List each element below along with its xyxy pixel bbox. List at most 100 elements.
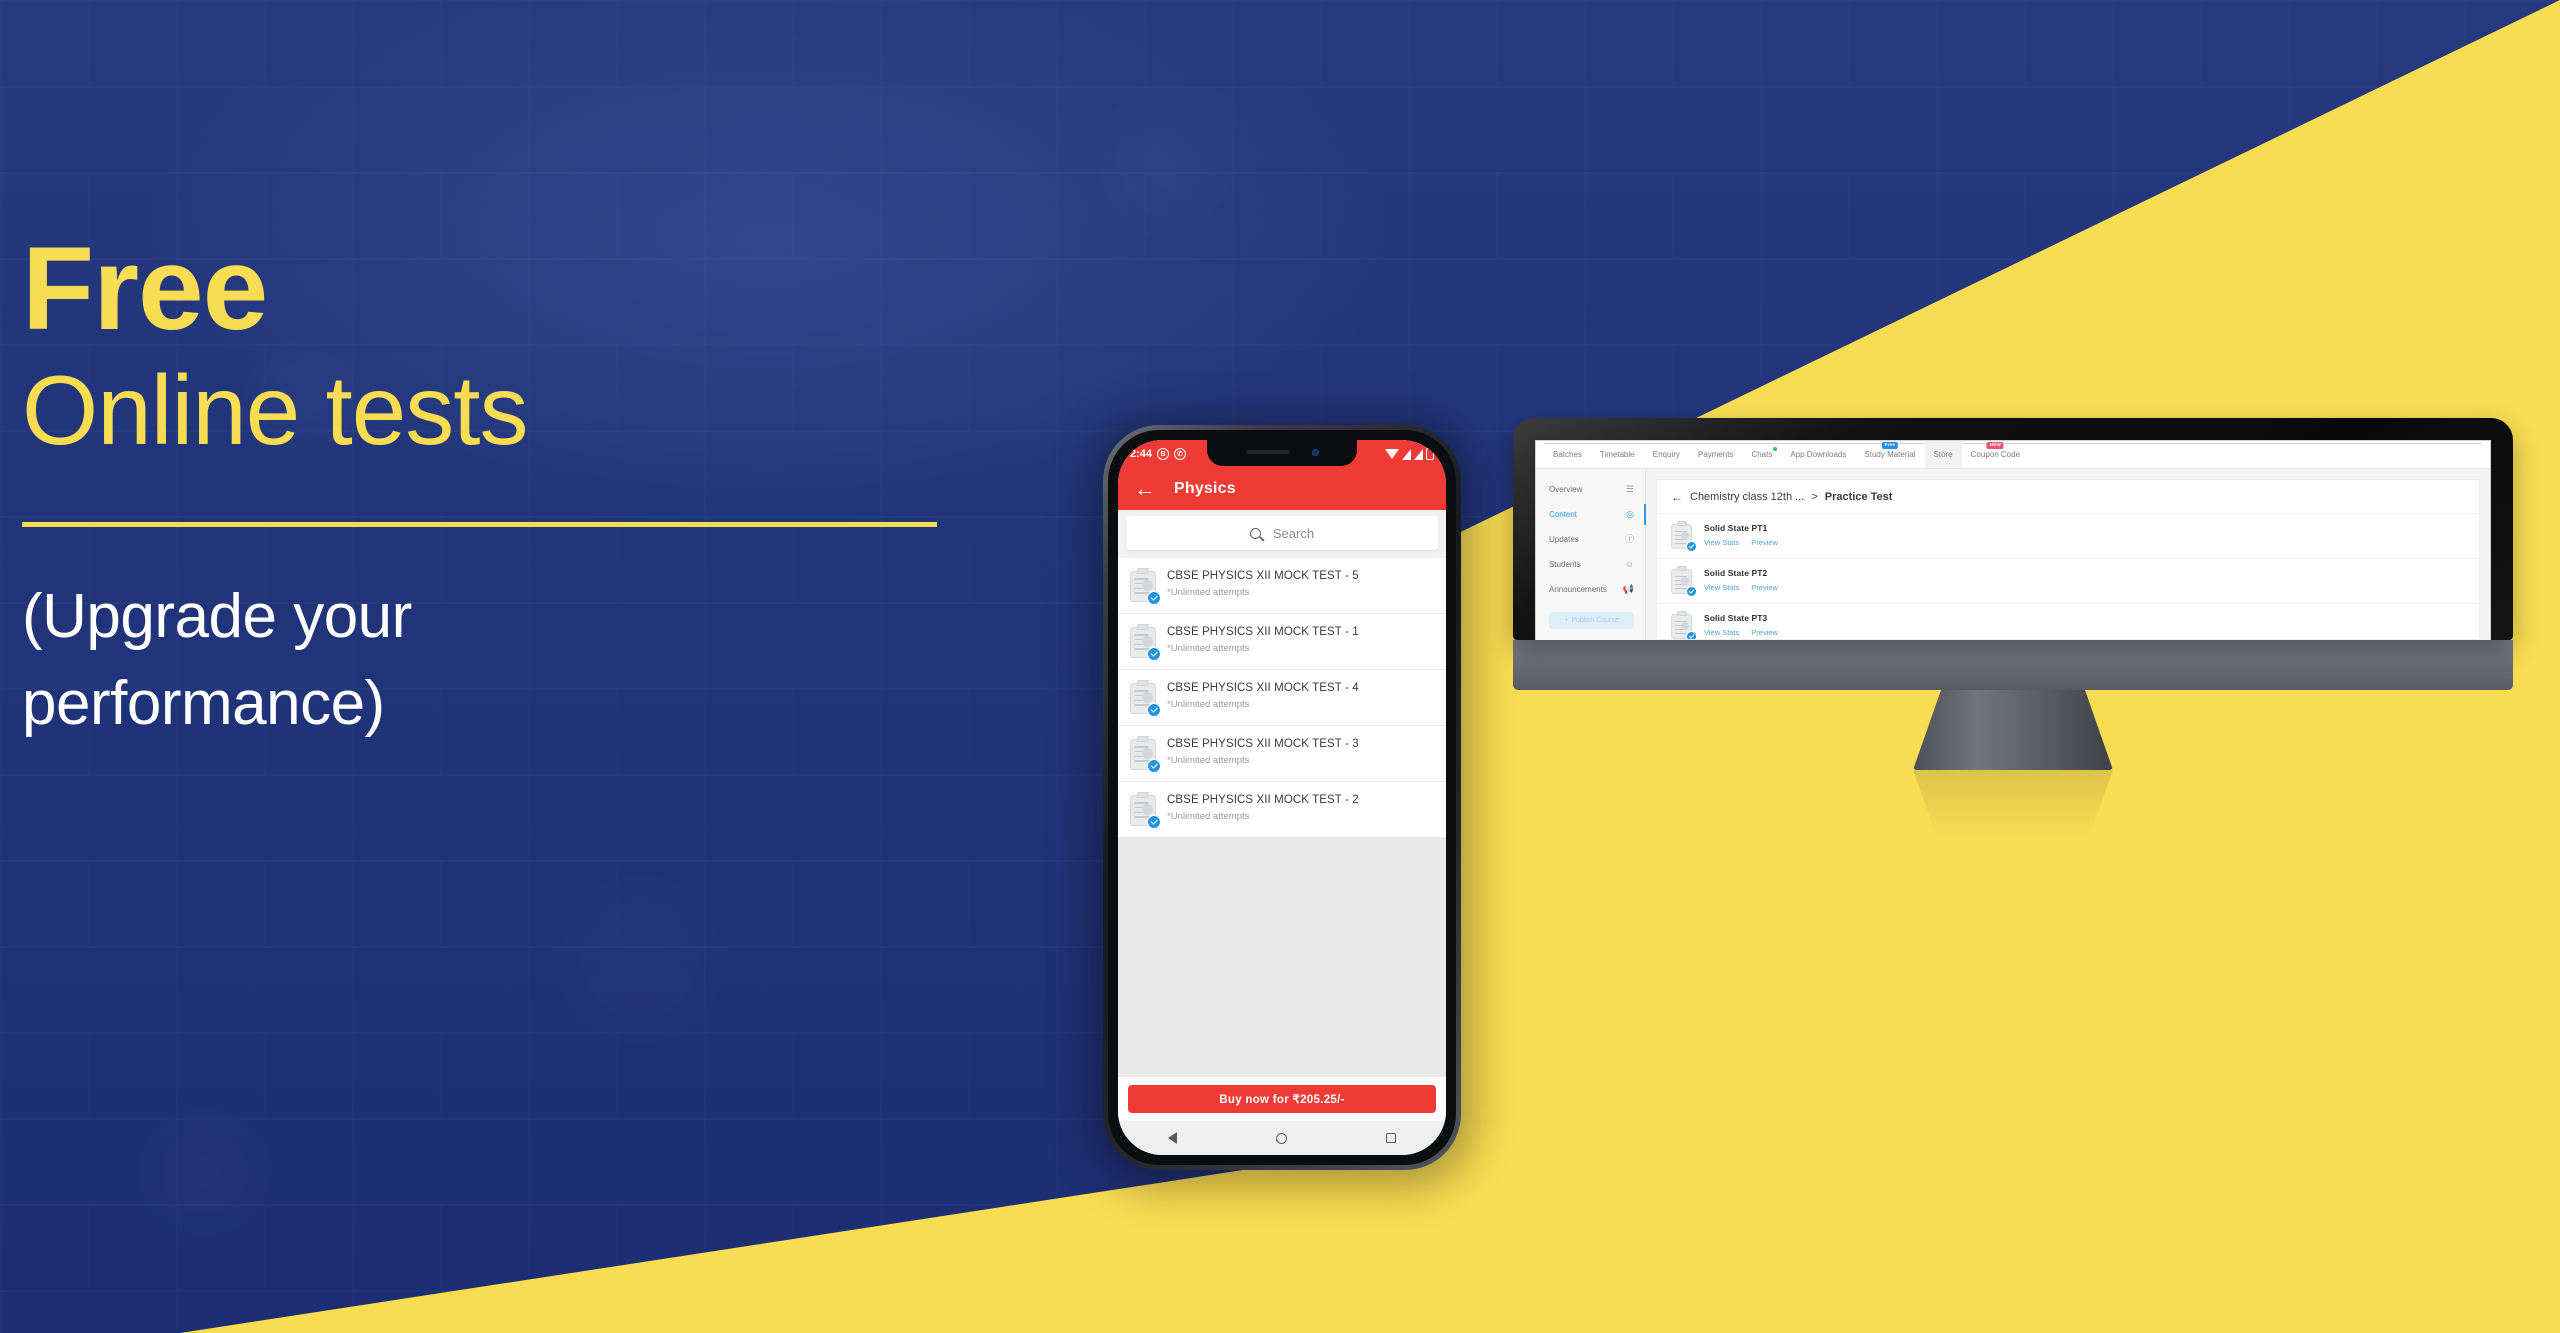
test-subtitle: *Unlimited attempts (1167, 642, 1250, 654)
status-bar-left: 2:44 B ✆ (1118, 448, 1187, 460)
buy-now-button[interactable]: Buy now for ₹205.25/- (1128, 1085, 1436, 1113)
test-clipboard-icon (1130, 792, 1161, 829)
dashboard-top-nav: Batches Timetable Enquiry Payments Chats (1536, 441, 2490, 469)
test-clipboard-icon (1671, 566, 1697, 597)
phone-app-bar: ← Physics (1118, 468, 1446, 510)
nav-back-icon[interactable] (1167, 1132, 1177, 1144)
list-item[interactable]: CBSE PHYSICS XII MOCK TEST - 4 *Unlimite… (1118, 670, 1446, 726)
sidebar-item-overview[interactable]: Overview ☰ (1536, 477, 1645, 502)
wifi-icon (1385, 449, 1399, 459)
sidebar-item-updates[interactable]: Updates ⓘ (1536, 527, 1645, 552)
nav-home-icon[interactable] (1275, 1132, 1287, 1144)
test-subtitle: *Unlimited attempts (1167, 754, 1250, 766)
preview-link[interactable]: Preview (1751, 583, 1778, 592)
content-title: Solid State PT3 (1704, 613, 1768, 623)
nav-label: Chats (1751, 450, 1773, 459)
nav-label: Batches (1553, 450, 1582, 459)
table-row[interactable]: Solid State PT2 View Stats Preview (1657, 559, 2479, 604)
content-title: Solid State PT2 (1704, 568, 1768, 578)
preview-link[interactable]: Preview (1751, 538, 1778, 547)
status-badge: NEW (1986, 442, 2004, 449)
breadcrumb: ← Chemistry class 12th ... > Practice Te… (1657, 490, 2479, 514)
view-stats-link[interactable]: View Stats (1704, 583, 1739, 592)
headline-secondary: Online tests (22, 355, 528, 465)
dashboard-sidebar: Overview ☰ Content ◎ Updates ⓘ Students … (1536, 469, 1646, 640)
phone-frame-inner: 2:44 B ✆ ← Physics Search CBSE PHYSICS X… (1108, 430, 1456, 1165)
nav-label: App Downloads (1790, 450, 1847, 459)
phone-cta-section: Buy now for ₹205.25/- (1118, 1077, 1446, 1121)
search-input[interactable]: Search (1126, 516, 1438, 550)
verified-check-icon (1147, 815, 1161, 829)
headline-divider (22, 521, 937, 527)
nav-item-coupon-code[interactable]: NEW Coupon Code (1962, 441, 2029, 468)
publish-course-button[interactable]: + Publish Course (1549, 612, 1634, 629)
sidebar-item-announcements[interactable]: Announcements 📢 (1536, 577, 1645, 602)
practice-test-card: ← Chemistry class 12th ... > Practice Te… (1656, 479, 2480, 640)
nav-item-payments[interactable]: Payments (1689, 441, 1743, 468)
publish-course-label: Publish Course (1571, 617, 1619, 624)
phone-status-bar: 2:44 B ✆ (1118, 440, 1446, 468)
list-item[interactable]: CBSE PHYSICS XII MOCK TEST - 3 *Unlimite… (1118, 726, 1446, 782)
status-bar-right (1385, 448, 1446, 460)
phone-frame: 2:44 B ✆ ← Physics Search CBSE PHYSICS X… (1103, 425, 1461, 1170)
nav-label: Study Material (1864, 450, 1916, 459)
list-item[interactable]: CBSE PHYSICS XII MOCK TEST - 2 *Unlimite… (1118, 782, 1446, 837)
monitor-stand (1913, 690, 2113, 770)
test-clipboard-icon (1130, 680, 1161, 717)
dashboard-body: Overview ☰ Content ◎ Updates ⓘ Students … (1536, 469, 2490, 640)
marketing-copy: Free Online tests (Upgrade your performa… (22, 230, 1002, 742)
monitor-stand-reflection (1913, 770, 2113, 848)
nav-item-chats[interactable]: Chats (1742, 441, 1781, 468)
sidebar-item-content[interactable]: Content ◎ (1536, 502, 1646, 527)
verified-check-icon (1686, 541, 1697, 552)
plus-icon: + (1564, 617, 1569, 624)
phone-page-title: Physics (1174, 480, 1236, 497)
battery-icon (1426, 448, 1434, 460)
phone-mockup: 2:44 B ✆ ← Physics Search CBSE PHYSICS X… (1089, 415, 1475, 1188)
back-arrow-icon[interactable]: ← (1134, 478, 1156, 500)
monitor-mockup: Batches Timetable Enquiry Payments Chats (1513, 418, 2513, 848)
table-row[interactable]: Solid State PT3 View Stats Preview (1657, 604, 2479, 639)
test-title: CBSE PHYSICS XII MOCK TEST - 3 (1167, 738, 1359, 750)
view-stats-link[interactable]: View Stats (1704, 538, 1739, 547)
phone-list-spacer (1118, 837, 1446, 1077)
list-item[interactable]: CBSE PHYSICS XII MOCK TEST - 5 *Unlimite… (1118, 558, 1446, 614)
test-title: CBSE PHYSICS XII MOCK TEST - 4 (1167, 682, 1359, 694)
nav-item-app-downloads[interactable]: App Downloads (1781, 441, 1855, 468)
breadcrumb-current: Practice Test (1824, 491, 1893, 503)
sidebar-item-students[interactable]: Students ☺ (1536, 552, 1645, 577)
status-time: 2:44 (1130, 448, 1153, 460)
search-icon (1249, 527, 1261, 539)
verified-check-icon (1686, 631, 1697, 639)
people-icon: ☺ (1624, 559, 1634, 569)
breadcrumb-separator: > (1811, 491, 1818, 503)
nav-item-batches[interactable]: Batches (1544, 441, 1591, 468)
verified-check-icon (1686, 586, 1697, 597)
signal-icon-2 (1414, 448, 1423, 460)
nav-label: Store (1933, 450, 1953, 459)
monitor-screen: Batches Timetable Enquiry Payments Chats (1535, 440, 2491, 640)
sidebar-item-label: Updates (1549, 535, 1579, 544)
view-stats-link[interactable]: View Stats (1704, 628, 1739, 637)
verified-check-icon (1147, 703, 1161, 717)
list-item[interactable]: CBSE PHYSICS XII MOCK TEST - 1 *Unlimite… (1118, 614, 1446, 670)
phone-search-section: Search (1118, 510, 1446, 558)
verified-check-icon (1147, 591, 1161, 605)
breadcrumb-parent[interactable]: Chemistry class 12th ... (1690, 491, 1804, 503)
test-clipboard-icon (1130, 624, 1161, 661)
phone-test-list: CBSE PHYSICS XII MOCK TEST - 5 *Unlimite… (1118, 558, 1446, 837)
nav-item-store[interactable]: Store (1924, 441, 1962, 468)
table-row[interactable]: Solid State PT1 View Stats Preview (1657, 514, 2479, 559)
nav-item-timetable[interactable]: Timetable (1591, 441, 1644, 468)
nav-item-study-material[interactable]: Free Study Material (1855, 441, 1924, 468)
nav-recents-icon[interactable] (1386, 1133, 1397, 1143)
test-title: CBSE PHYSICS XII MOCK TEST - 1 (1167, 626, 1359, 638)
nav-item-enquiry[interactable]: Enquiry (1644, 441, 1689, 468)
verified-check-icon (1147, 647, 1161, 661)
breadcrumb-back-icon[interactable]: ← (1671, 490, 1683, 504)
promo-banner: Free Online tests (Upgrade your performa… (0, 0, 2560, 1333)
nav-label: Timetable (1599, 450, 1635, 459)
sidebar-item-label: Overview (1549, 485, 1583, 494)
verified-check-icon (1147, 759, 1161, 773)
preview-link[interactable]: Preview (1751, 628, 1778, 637)
